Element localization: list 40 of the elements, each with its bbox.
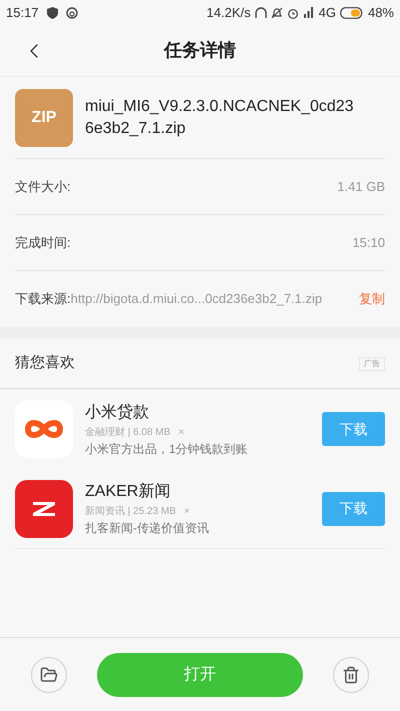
app-icon[interactable] — [15, 400, 73, 458]
z-logo-icon — [32, 500, 56, 516]
battery-icon — [340, 6, 364, 18]
download-source: 下载来源:http://bigota.d.miui.co...0cd236e3b2_7.1.zip — [15, 290, 322, 308]
network-type: 4G — [318, 4, 336, 22]
dismiss-button[interactable]: × — [178, 424, 184, 440]
page-title: 任务详情 — [164, 39, 236, 62]
app-name: 小米贷款 — [85, 402, 150, 422]
copy-link[interactable]: 复制 — [359, 289, 385, 309]
alarm-icon — [286, 6, 299, 18]
shield-icon — [46, 6, 58, 18]
delete-button[interactable] — [333, 656, 369, 692]
open-folder-button[interactable] — [31, 656, 67, 692]
headphones-icon — [254, 6, 267, 18]
download-button[interactable]: 下载 — [322, 412, 385, 446]
detail-label: 文件大小: — [15, 178, 71, 196]
open-button[interactable]: 打开 — [97, 652, 303, 696]
signal-icon — [302, 7, 315, 18]
clock-time: 15:17 — [6, 4, 39, 22]
ad-tag: 广告 — [359, 356, 385, 370]
detail-label: 完成时间: — [15, 234, 71, 252]
folder-icon — [40, 666, 58, 684]
zip-file-icon: ZIP — [15, 88, 73, 146]
app-meta: 新闻资讯 | 25.23 MB — [85, 504, 176, 519]
app-description: 扎客新闻-传递价值资讯 — [85, 520, 210, 537]
app-meta: 金融理财 | 6.08 MB — [85, 426, 170, 440]
detail-value: 15:10 — [352, 234, 385, 252]
network-speed: 14.2K/s — [206, 4, 251, 22]
file-name: miui_MI6_V9.2.3.0.NCACNEK_0cd236e3b2_7.1.zip — [85, 96, 355, 138]
app-name: ZAKER新闻 — [85, 482, 172, 502]
bell-off-icon — [270, 6, 283, 18]
infinity-logo-icon — [24, 418, 64, 440]
app-icon[interactable] — [15, 480, 73, 538]
dismiss-button[interactable]: × — [184, 504, 190, 519]
section-title: 猜您喜欢 — [15, 353, 75, 374]
app-description: 小米官方出品，1分钟钱款到账 — [85, 440, 249, 458]
detail-value: 1.41 GB — [337, 178, 385, 196]
battery-percent: 48% — [368, 4, 394, 22]
download-button[interactable]: 下载 — [322, 492, 385, 526]
trash-icon — [342, 666, 360, 684]
